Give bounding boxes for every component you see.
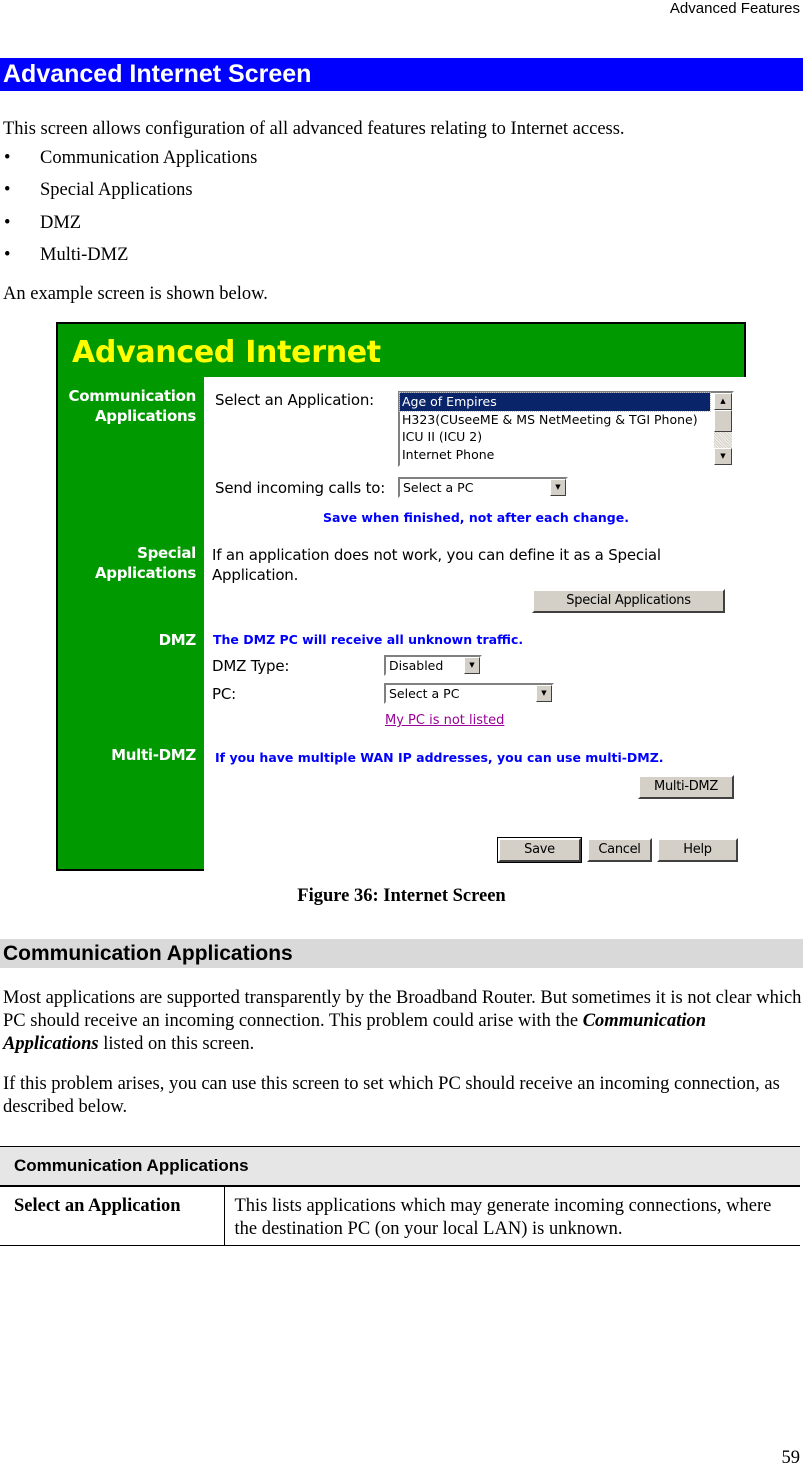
description-table: Communication Applications Select an App… [0,1146,800,1246]
select-application-label: Select an Application: [215,391,374,409]
application-option[interactable]: ICU II (ICU 2) [400,428,710,446]
bullet-icon: • [4,212,11,233]
dmz-pc-select[interactable]: Select a PC ▼ [384,683,554,704]
table-row: Select an Application This lists applica… [0,1185,800,1246]
side-label-special: Special Applications [94,544,196,582]
listbox-scrollbar[interactable]: ▲ ▼ [714,393,732,465]
side-label-dmz: DMZ [158,631,197,649]
table-header: Communication Applications [0,1146,800,1187]
save-button[interactable]: Save [497,837,582,863]
section-title: Advanced Internet Screen [0,58,803,91]
dropdown-arrow-icon[interactable]: ▼ [550,479,566,496]
table-description: This lists applications which may genera… [224,1185,800,1246]
scroll-up-icon[interactable]: ▲ [714,393,732,410]
dmz-note: The DMZ PC will receive all unknown traf… [213,632,524,647]
application-option[interactable]: Internet Phone [400,446,710,464]
save-note: Save when finished, not after each chang… [323,510,629,525]
example-paragraph: An example screen is shown below. [3,284,268,304]
dropdown-arrow-icon[interactable]: ▼ [464,657,480,674]
multi-dmz-button[interactable]: Multi-DMZ [638,775,734,799]
multi-dmz-note: If you have multiple WAN IP addresses, y… [215,750,664,765]
body-paragraph: If this problem arises, you can use this… [3,1074,780,1117]
special-text-line1: If an application does not work, you can… [212,546,661,564]
scrollbar-thumb[interactable] [714,410,732,432]
bullet-icon: • [4,180,11,201]
router-screenshot: Advanced Internet Communication Applicat… [56,322,746,871]
feature-list-item: • Communication Applications [4,148,258,168]
application-option[interactable]: H323(CUseeME & MS NetMeeting & TGI Phone… [400,411,710,429]
intro-paragraph: This screen allows configuration of all … [3,119,625,139]
dmz-type-label: DMZ Type: [212,657,290,675]
figure-caption: Figure 36: Internet Screen [297,886,506,906]
feature-list-item: • Special Applications [4,180,193,201]
page-number: 59 [781,1448,801,1468]
side-label-communication: Communication Applications [68,387,197,425]
screenshot-title: Advanced Internet [72,335,381,370]
body-paragraph: Most applications are supported transpar… [3,988,802,1054]
special-applications-button[interactable]: Special Applications [532,589,725,613]
dmz-pc-label: PC: [212,685,236,703]
feature-list-item: • Multi-DMZ [4,244,129,265]
side-label-multi-dmz: Multi-DMZ [111,746,196,764]
feature-list-item: • DMZ [4,212,82,233]
feature-list: • Communication Applications • Special App… [0,147,257,276]
subsection-title: Communication Applications [0,939,803,968]
pc-not-listed-link[interactable]: My PC is not listed [385,713,504,729]
dmz-type-select[interactable]: Disabled ▼ [384,655,482,676]
scroll-down-icon[interactable]: ▼ [714,448,732,465]
application-option[interactable]: Age of Empires [399,392,711,412]
bullet-icon: • [4,148,11,168]
table-term: Select an Application [0,1185,225,1246]
cancel-button[interactable]: Cancel [587,838,652,862]
help-button[interactable]: Help [657,838,738,862]
bullet-icon: • [4,244,11,265]
send-calls-select[interactable]: Select a PC ▼ [398,477,568,498]
application-listbox[interactable]: Age of Empires H323(CUseeME & MS NetMeet… [398,391,734,467]
running-header: Advanced Features [669,0,800,17]
dropdown-arrow-icon[interactable]: ▼ [536,685,552,702]
screenshot-content-panel: Select an Application: Age of Empires H3… [204,377,746,871]
send-calls-label: Send incoming calls to: [215,479,386,497]
special-text-line2: Application. [212,566,299,584]
